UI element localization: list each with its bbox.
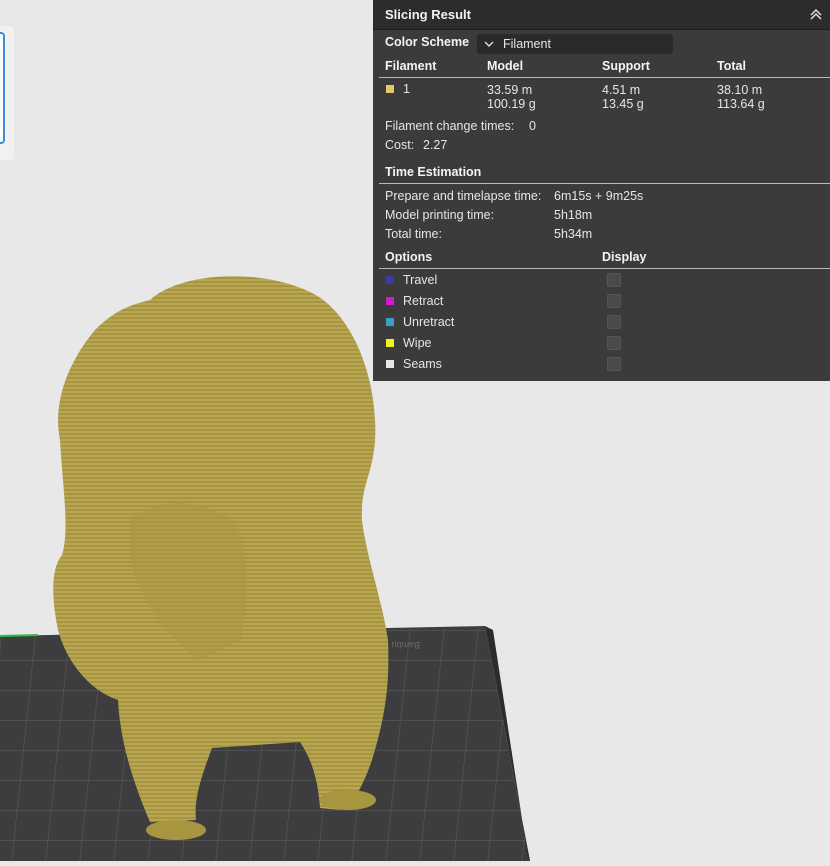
options-heading: Options <box>385 250 433 264</box>
color-scheme-label: Color Scheme <box>385 35 470 49</box>
bed-brand-label: Bambu <box>391 640 420 650</box>
total-time-label: Total time: <box>385 227 442 241</box>
filament-change-value: 0 <box>529 119 536 133</box>
model-weight: 100.19 g <box>487 97 536 111</box>
collapse-icon[interactable] <box>808 7 824 23</box>
header-support: Support <box>602 59 650 73</box>
support-usage: 4.51 m 13.45 g <box>602 83 644 111</box>
model-time-label: Model printing time: <box>385 208 495 222</box>
unretract-swatch <box>386 318 394 326</box>
divider <box>379 268 830 269</box>
header-model: Model <box>487 59 524 73</box>
slicing-result-panel: Slicing Result Color Scheme Filament Fil… <box>373 0 830 381</box>
model-length: 33.59 m <box>487 83 533 97</box>
total-usage: 38.10 m 113.64 g <box>717 83 765 111</box>
total-length: 38.10 m <box>717 83 763 97</box>
axis-y-indicator <box>0 634 39 637</box>
travel-swatch <box>386 276 394 284</box>
time-estimation-heading: Time Estimation <box>385 165 482 179</box>
seams-display-checkbox[interactable] <box>607 357 621 371</box>
panel-header: Slicing Result <box>373 0 830 30</box>
chevron-down-icon <box>484 41 494 47</box>
panel-title: Slicing Result <box>385 7 471 22</box>
cost-label: Cost: <box>385 138 415 152</box>
cost-value: 2.27 <box>423 138 448 152</box>
option-label: Wipe <box>403 336 432 350</box>
toolbar-button[interactable] <box>0 32 5 144</box>
retract-swatch <box>386 297 394 305</box>
support-length: 4.51 m <box>602 83 641 97</box>
display-heading: Display <box>602 250 647 264</box>
filament-color-swatch <box>386 85 394 93</box>
left-toolbar <box>0 26 14 160</box>
wipe-display-checkbox[interactable] <box>607 336 621 350</box>
prepare-time-label: Prepare and timelapse time: <box>385 189 542 203</box>
option-label: Travel <box>403 273 438 287</box>
option-label: Seams <box>403 357 442 371</box>
header-filament: Filament <box>385 59 437 73</box>
support-weight: 13.45 g <box>602 97 644 111</box>
filament-change-label: Filament change times: <box>385 119 515 133</box>
unretract-display-checkbox[interactable] <box>607 315 621 329</box>
divider <box>379 183 830 184</box>
filament-id: 1 <box>403 82 410 96</box>
travel-display-checkbox[interactable] <box>607 273 621 287</box>
header-total: Total <box>717 59 746 73</box>
option-label: Retract <box>403 294 444 308</box>
divider <box>379 77 830 78</box>
retract-display-checkbox[interactable] <box>607 294 621 308</box>
total-time-value: 5h34m <box>554 227 593 241</box>
prepare-time-value: 6m15s + 9m25s <box>554 189 644 203</box>
total-weight: 113.64 g <box>717 97 765 111</box>
color-scheme-value: Filament <box>503 37 551 51</box>
model-usage: 33.59 m 100.19 g <box>487 83 536 111</box>
model-time-value: 5h18m <box>554 208 593 222</box>
option-label: Unretract <box>403 315 455 329</box>
wipe-swatch <box>386 339 394 347</box>
seams-swatch <box>386 360 394 368</box>
color-scheme-dropdown[interactable]: Filament <box>477 34 673 54</box>
